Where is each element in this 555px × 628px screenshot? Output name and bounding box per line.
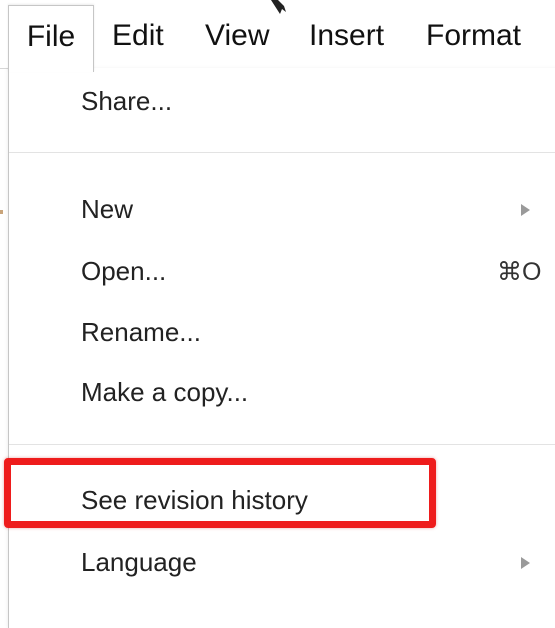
menu-item-share[interactable]: Share... (81, 86, 172, 117)
revision-history-highlight-box (4, 458, 436, 528)
menu-edit[interactable]: Edit (112, 14, 164, 58)
menu-item-make-a-copy[interactable]: Make a copy... (81, 377, 248, 408)
file-menu-dropdown: Share... New Open... ⌘O Rename... Make a… (8, 68, 555, 628)
shortcut-open: ⌘O (497, 258, 542, 286)
edge-mark (0, 210, 3, 214)
menu-item-rename[interactable]: Rename... (81, 317, 201, 348)
menu-view[interactable]: View (205, 14, 269, 58)
menu-item-new[interactable]: New (81, 194, 133, 225)
menu-insert[interactable]: Insert (309, 14, 384, 58)
menu-item-open[interactable]: Open... (81, 256, 166, 287)
menu-separator (9, 152, 555, 153)
menu-item-language[interactable]: Language (81, 547, 197, 578)
mouse-cursor-icon (271, 0, 286, 14)
menu-format[interactable]: Format (426, 14, 521, 58)
menu-file[interactable]: File (8, 5, 94, 72)
menu-separator (9, 444, 555, 445)
submenu-arrow-icon (521, 204, 530, 216)
submenu-arrow-icon (521, 557, 530, 569)
